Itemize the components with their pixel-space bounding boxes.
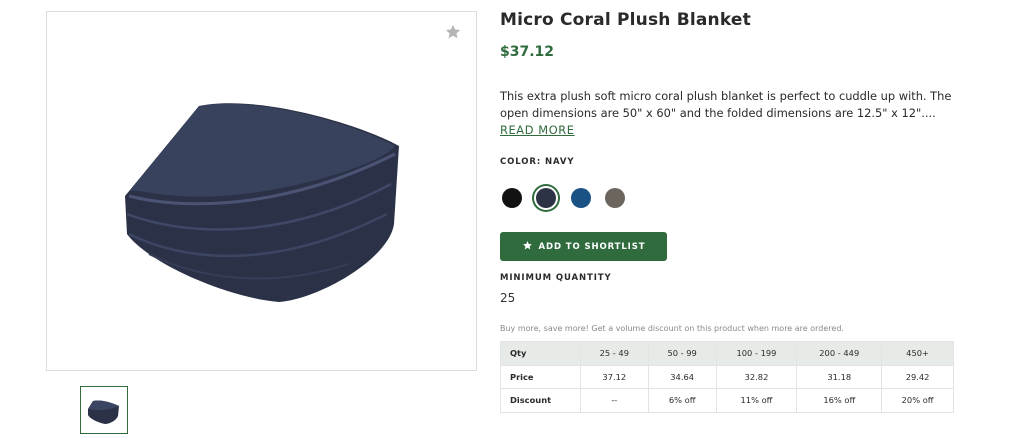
read-more-link[interactable]: READ MORE	[500, 123, 575, 137]
volume-discount-note: Buy more, save more! Get a volume discou…	[500, 324, 844, 333]
table-header-row: Qty 25 - 49 50 - 99 100 - 199 200 - 449 …	[500, 341, 954, 366]
favorite-star-icon[interactable]	[444, 23, 462, 41]
swatch-black[interactable]	[502, 188, 522, 208]
table-cell: 31.18	[796, 364, 883, 389]
shortlist-label: ADD TO SHORTLIST	[538, 241, 646, 252]
volume-pricing-table: Qty 25 - 49 50 - 99 100 - 199 200 - 449 …	[500, 341, 954, 413]
product-title: Micro Coral Plush Blanket	[500, 10, 751, 30]
star-icon	[522, 240, 533, 254]
product-price: $37.12	[500, 44, 555, 60]
table-row: Price 37.12 34.64 32.82 31.18 29.42	[500, 364, 954, 389]
swatch-charcoal[interactable]	[605, 188, 625, 208]
product-image-gallery	[46, 11, 477, 371]
product-image	[125, 103, 399, 302]
table-header-cell: 25 - 49	[579, 341, 649, 366]
swatch-navy[interactable]	[536, 188, 556, 208]
table-row: Discount -- 6% off 11% off 16% off 20% o…	[500, 388, 954, 413]
table-cell: 34.64	[647, 364, 717, 389]
table-cell: --	[579, 388, 649, 413]
table-cell: 29.42	[881, 364, 954, 389]
table-cell: 32.82	[715, 364, 798, 389]
color-label: COLOR: NAVY	[500, 157, 575, 167]
thumbnail-image[interactable]	[80, 386, 128, 434]
table-header-cell: 50 - 99	[647, 341, 717, 366]
table-cell: 6% off	[647, 388, 717, 413]
table-cell: 16% off	[796, 388, 883, 413]
table-header-cell: 200 - 449	[796, 341, 883, 366]
swatch-royal-blue[interactable]	[571, 188, 591, 208]
minimum-quantity-value: 25	[500, 291, 516, 305]
table-header-cell: 100 - 199	[715, 341, 798, 366]
product-description: This extra plush soft micro coral plush …	[500, 89, 952, 120]
table-cell: 11% off	[715, 388, 798, 413]
table-cell: 37.12	[579, 364, 649, 389]
table-header-cell: 450+	[881, 341, 954, 366]
table-cell: 20% off	[881, 388, 954, 413]
table-header-cell: Qty	[500, 341, 581, 366]
table-cell: Discount	[500, 388, 581, 413]
minimum-quantity-label: MINIMUM QUANTITY	[500, 273, 612, 283]
add-to-shortlist-button[interactable]: ADD TO SHORTLIST	[500, 232, 667, 261]
table-cell: Price	[500, 364, 581, 389]
